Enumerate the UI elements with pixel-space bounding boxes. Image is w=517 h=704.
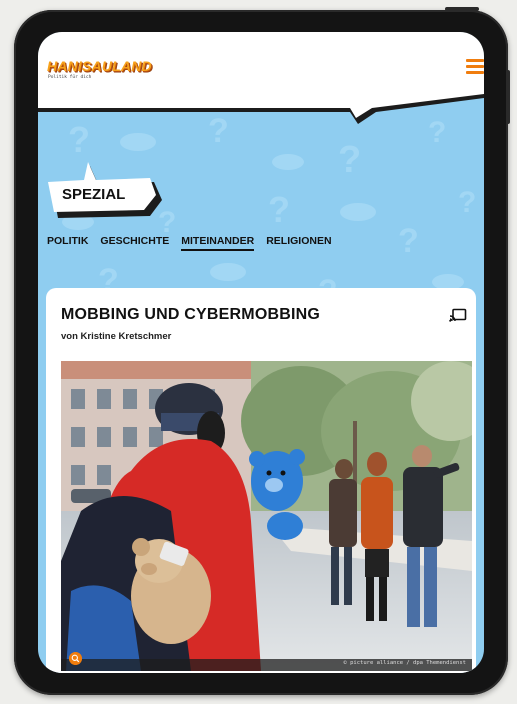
image-credit: © picture alliance / dpa Themendienst <box>343 660 466 666</box>
svg-text:?: ? <box>398 222 419 260</box>
spezial-badge-label: SPEZIAL <box>62 186 126 203</box>
nav-item-miteinander[interactable]: MITEINANDER <box>181 235 255 251</box>
category-nav: POLITIK GESCHICHTE MITEINANDER RELIGIONE… <box>47 235 332 251</box>
tablet-frame: HANISAULAND Politik für dich ? ? ? ? ? ?… <box>14 7 510 695</box>
hamburger-menu-icon[interactable] <box>466 59 484 75</box>
power-button <box>445 7 479 11</box>
site-logo[interactable]: HANISAULAND <box>47 58 152 74</box>
article-author: von Kristine Kretschmer <box>61 331 172 342</box>
volume-button <box>506 70 510 124</box>
screen: HANISAULAND Politik für dich ? ? ? ? ? ?… <box>38 32 484 673</box>
svg-text:?: ? <box>458 186 476 219</box>
zoom-icon[interactable] <box>69 652 82 665</box>
article-card: MOBBING UND CYBERMOBBING von Kristine Kr… <box>46 288 476 673</box>
photo-illustration <box>61 361 472 671</box>
svg-text:?: ? <box>338 139 361 181</box>
article-title: MOBBING UND CYBERMOBBING <box>61 306 321 323</box>
nav-item-politik[interactable]: POLITIK <box>47 235 88 251</box>
image-credit-bar: © picture alliance / dpa Themendienst <box>61 659 472 671</box>
nav-item-religionen[interactable]: RELIGIONEN <box>266 235 331 251</box>
site-header: HANISAULAND Politik für dich <box>38 32 484 112</box>
cast-icon[interactable] <box>449 308 467 322</box>
svg-text:?: ? <box>68 119 90 160</box>
nav-item-geschichte[interactable]: GESCHICHTE <box>100 235 169 251</box>
article-image[interactable]: © picture alliance / dpa Themendienst <box>61 361 472 671</box>
svg-text:?: ? <box>268 189 290 230</box>
site-tagline: Politik für dich <box>48 75 92 80</box>
